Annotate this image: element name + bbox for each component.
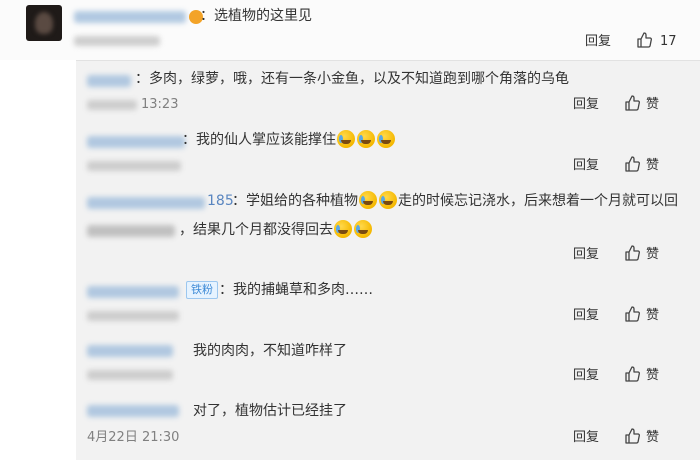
replier-name-digits[interactable]: 185 (207, 193, 234, 209)
crying-emoji-icon (334, 220, 352, 238)
replier-name-blurred[interactable] (87, 75, 131, 87)
crying-emoji-icon (377, 130, 395, 148)
replies-panel: ：多肉，绿萝，哦，还有一条小金鱼，以及不知道跑到哪个角落的乌龟 13:23 回复… (76, 60, 700, 460)
replier-name-blurred[interactable] (87, 286, 179, 298)
reply-text-b: 走的时候忘记浇水，后来想着一个月就可以回 (398, 193, 678, 209)
reply-text: 我的肉肉，不知道咋样了 (193, 343, 347, 359)
like-label[interactable]: 赞 (646, 367, 659, 385)
like-label[interactable]: 赞 (646, 157, 659, 175)
reply-text-line-2: ，结果几个月都没得回去 (179, 218, 373, 242)
reply-time-blurred (87, 161, 181, 171)
reply-time: 13:23 (141, 97, 179, 112)
thumbs-up-icon[interactable] (636, 32, 652, 48)
replier-name-tail: 185 (207, 189, 234, 213)
reply-button[interactable]: 回复 (573, 96, 599, 114)
comment-time-blurred (74, 36, 160, 46)
reply-button[interactable]: 回复 (573, 367, 599, 385)
reply-text-a: ：学姐给的各种植物 (232, 193, 358, 209)
crying-emoji-icon (354, 220, 372, 238)
reply-text: ：我的捕蝇草和多肉…… (219, 282, 373, 298)
reply-time: 4月22日 21:30 (87, 430, 180, 445)
thumbs-up-icon[interactable] (624, 428, 640, 444)
thumbs-up-icon[interactable] (624, 366, 640, 382)
replier-name-blurred[interactable] (87, 197, 205, 209)
crying-emoji-icon (359, 191, 377, 209)
thumbs-up-icon[interactable] (624, 245, 640, 261)
avatar[interactable] (26, 5, 62, 41)
reply-button[interactable]: 回复 (585, 33, 611, 51)
reply-button[interactable]: 回复 (573, 307, 599, 325)
reply-text: 对了，植物估计已经挂了 (193, 403, 347, 419)
like-count: 17 (660, 34, 677, 49)
fan-badge[interactable]: 铁粉 (186, 281, 218, 299)
crying-emoji-icon (337, 130, 355, 148)
reply-time-blurred (87, 311, 179, 321)
crying-emoji-icon (357, 130, 375, 148)
comment-text: ：选植物的这里见 (200, 8, 312, 24)
like-label[interactable]: 赞 (646, 429, 659, 447)
reply-text-content: ：我的仙人掌应该能撑住 (182, 132, 336, 148)
reply-text-line-1: ：学姐给的各种植物 走的时候忘记浇水，后来想着一个月就可以回 (232, 189, 678, 213)
like-label[interactable]: 赞 (646, 246, 659, 264)
reply-time-blurred (87, 370, 173, 380)
reply-button[interactable]: 回复 (573, 246, 599, 264)
main-comment: ：选植物的这里见 回复 17 (0, 0, 700, 60)
thumbs-up-icon[interactable] (624, 95, 640, 111)
thumbs-up-icon[interactable] (624, 156, 640, 172)
reply-text: ：多肉，绿萝，哦，还有一条小金鱼，以及不知道跑到哪个角落的乌龟 (135, 71, 569, 87)
reply-button[interactable]: 回复 (573, 157, 599, 175)
reply-date-blurred (87, 100, 137, 110)
blurred-text (87, 225, 175, 237)
thumbs-up-icon[interactable] (624, 306, 640, 322)
reply-text-c: ，结果几个月都没得回去 (179, 222, 333, 238)
crying-emoji-icon (379, 191, 397, 209)
replier-name-blurred[interactable] (87, 136, 185, 148)
replier-name-blurred[interactable] (87, 405, 179, 417)
like-label[interactable]: 赞 (646, 307, 659, 325)
replier-name-blurred[interactable] (87, 345, 173, 357)
reply-button[interactable]: 回复 (573, 429, 599, 447)
commenter-name-blurred[interactable] (74, 11, 186, 23)
like-label[interactable]: 赞 (646, 96, 659, 114)
reply-text: ：我的仙人掌应该能撑住 (182, 128, 396, 152)
